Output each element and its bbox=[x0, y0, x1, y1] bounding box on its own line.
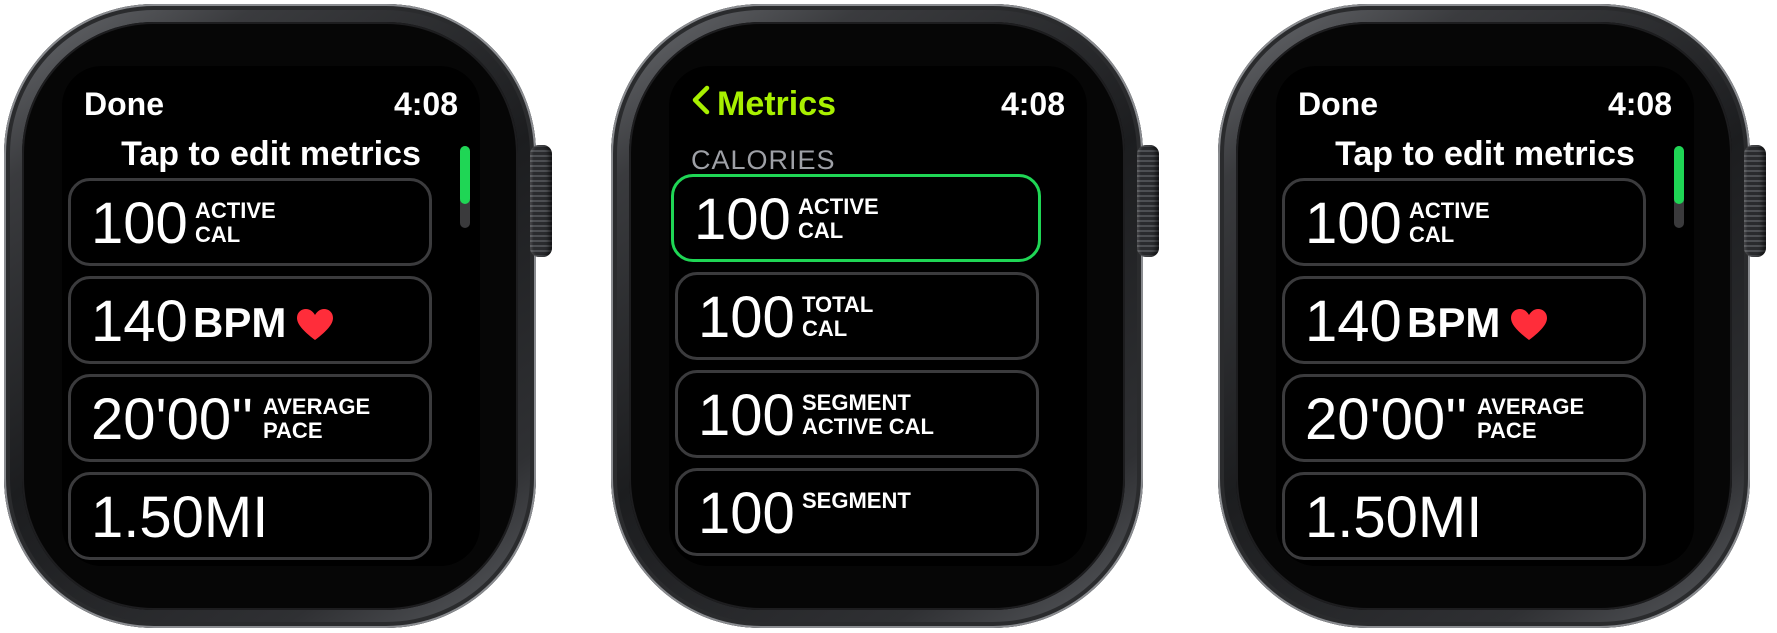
digital-crown[interactable] bbox=[1744, 145, 1766, 257]
section-header: CALORIES bbox=[691, 145, 836, 175]
metric-value: 100 bbox=[698, 383, 795, 448]
metric-row-distance[interactable]: 1.50MI bbox=[68, 472, 432, 560]
metric-value: 100 bbox=[698, 285, 795, 350]
page-title: Tap to edit metrics bbox=[1335, 135, 1635, 173]
scroll-indicator-thumb bbox=[1674, 146, 1684, 204]
metric-value: 100 bbox=[698, 481, 795, 546]
metric-value: 100 bbox=[91, 191, 188, 256]
back-button-label: Metrics bbox=[717, 85, 837, 123]
metric-label: AVERAGE PACE bbox=[263, 394, 371, 443]
metric-value: 1.50MI bbox=[1305, 485, 1483, 550]
watch-screen: Metrics 4:08 CALORIES 100 ACTIVE CAL 100… bbox=[669, 66, 1087, 566]
metric-label: BPM bbox=[193, 299, 287, 346]
chevron-left-icon bbox=[692, 85, 710, 115]
metric-label: ACTIVE CAL bbox=[1409, 198, 1490, 247]
metric-value: 1.50MI bbox=[91, 485, 269, 550]
metric-label: SEGMENT ACTIVE CAL bbox=[802, 390, 934, 439]
clock-time: 4:08 bbox=[1607, 86, 1672, 122]
page-title: Tap to edit metrics bbox=[121, 135, 421, 173]
clock-time: 4:08 bbox=[393, 86, 458, 122]
metric-label: TOTAL CAL bbox=[802, 292, 874, 341]
digital-crown[interactable] bbox=[530, 145, 552, 257]
metric-value: 100 bbox=[1305, 191, 1402, 256]
status-bar: Done 4:08 bbox=[1276, 84, 1694, 124]
metric-row-average-pace[interactable]: 20'00'' AVERAGE PACE bbox=[68, 374, 432, 462]
done-button[interactable]: Done bbox=[84, 84, 164, 124]
metric-value: 140 bbox=[91, 289, 188, 354]
metric-label: ACTIVE CAL bbox=[798, 194, 879, 243]
watch-middle: Metrics 4:08 CALORIES 100 ACTIVE CAL 100… bbox=[611, 4, 1159, 628]
metric-option-segment-active-cal[interactable]: 100 SEGMENT ACTIVE CAL bbox=[675, 370, 1039, 458]
scroll-indicator bbox=[460, 146, 470, 228]
digital-crown[interactable] bbox=[1137, 145, 1159, 257]
watch-left: Done 4:08 Tap to edit metrics 100 ACTIVE… bbox=[4, 4, 552, 628]
metric-row-heart-rate[interactable]: 140 BPM bbox=[68, 276, 432, 364]
heart-icon bbox=[297, 309, 333, 340]
watch-screen: Done 4:08 Tap to edit metrics 100 ACTIVE… bbox=[62, 66, 480, 566]
metric-row-active-cal[interactable]: 100 ACTIVE CAL bbox=[68, 178, 432, 266]
metric-value: 100 bbox=[694, 187, 791, 252]
metric-option-active-cal[interactable]: 100 ACTIVE CAL bbox=[671, 174, 1041, 262]
metric-row-heart-rate[interactable]: 140 BPM bbox=[1282, 276, 1646, 364]
back-button[interactable]: Metrics bbox=[691, 84, 836, 124]
watch-right: Done 4:08 Tap to edit metrics 100 ACTIVE… bbox=[1218, 4, 1766, 628]
metric-row-distance[interactable]: 1.50MI bbox=[1282, 472, 1646, 560]
metric-row-active-cal[interactable]: 100 ACTIVE CAL bbox=[1282, 178, 1646, 266]
done-button[interactable]: Done bbox=[1298, 84, 1378, 124]
metric-label: SEGMENT bbox=[802, 488, 911, 513]
metric-option-total-cal[interactable]: 100 TOTAL CAL bbox=[675, 272, 1039, 360]
status-bar: Done 4:08 bbox=[62, 84, 480, 124]
metric-option-segment[interactable]: 100 SEGMENT bbox=[675, 468, 1039, 556]
metric-label: ACTIVE CAL bbox=[195, 198, 276, 247]
metric-row-average-pace[interactable]: 20'00'' AVERAGE PACE bbox=[1282, 374, 1646, 462]
metric-value: 140 bbox=[1305, 289, 1402, 354]
metric-value: 20'00'' bbox=[1305, 387, 1468, 452]
metric-value: 20'00'' bbox=[91, 387, 254, 452]
watch-screen: Done 4:08 Tap to edit metrics 100 ACTIVE… bbox=[1276, 66, 1694, 566]
scroll-indicator bbox=[1674, 146, 1684, 228]
metric-label: BPM bbox=[1407, 299, 1501, 346]
scroll-indicator-thumb bbox=[460, 146, 470, 204]
status-bar: Metrics 4:08 bbox=[669, 84, 1087, 124]
heart-icon bbox=[1511, 309, 1547, 340]
clock-time: 4:08 bbox=[1000, 86, 1065, 122]
metric-label: AVERAGE PACE bbox=[1477, 394, 1585, 443]
